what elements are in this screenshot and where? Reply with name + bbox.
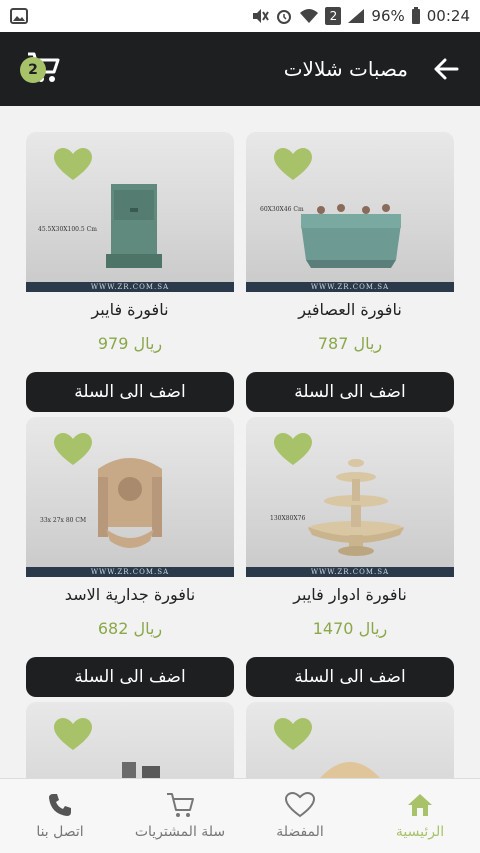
product-price: 682 ريال — [97, 619, 163, 638]
product-image — [246, 702, 454, 778]
product-dims: 33x 27x 80 CM — [40, 517, 87, 524]
product-image: 60X30X46 Cm WWW.ZR.COM.SA — [246, 132, 454, 292]
product-card[interactable]: 45.5X30X100.5 Cm WWW.ZR.COM.SA نافورة فا… — [26, 132, 234, 412]
status-bar: 2 96% 00:24 — [0, 0, 480, 32]
favorite-heart-icon[interactable] — [54, 148, 92, 182]
nav-favorites-label: المفضلة — [276, 824, 324, 840]
clock: 00:24 — [426, 7, 470, 25]
image-watermark: WWW.ZR.COM.SA — [246, 567, 454, 577]
nav-favorites[interactable]: المفضلة — [240, 779, 360, 853]
product-card[interactable]: 60X30X46 Cm WWW.ZR.COM.SA نافورة العصافي… — [246, 132, 454, 412]
product-card[interactable] — [246, 702, 454, 778]
cart-button[interactable]: 2 — [16, 45, 64, 93]
wifi-icon — [299, 8, 319, 24]
alarm-icon — [275, 7, 293, 25]
product-image — [26, 702, 234, 778]
favorite-heart-icon[interactable] — [54, 433, 92, 467]
favorite-heart-icon[interactable] — [274, 148, 312, 182]
shopping-cart-icon — [167, 793, 194, 817]
phone-icon — [49, 794, 71, 816]
notification-count-icon: 2 — [325, 7, 342, 25]
add-to-cart-button[interactable]: اضف الى السلة — [26, 372, 234, 412]
favorite-heart-icon[interactable] — [54, 718, 92, 752]
signal-icon — [347, 8, 365, 24]
page-title: مصبات شلالات — [283, 57, 408, 81]
nav-contact-label: اتصل بنا — [36, 824, 84, 840]
product-grid: 60X30X46 Cm WWW.ZR.COM.SA نافورة العصافي… — [0, 106, 480, 778]
bottom-navigation: الرئيسية المفضلة سلة المشتريات اتصل بنا — [0, 778, 480, 853]
product-price: 787 ريال — [317, 334, 383, 353]
product-card[interactable]: 130X80X76 WWW.ZR.COM.SA نافورة ادوار فاي… — [246, 417, 454, 697]
favorite-heart-icon[interactable] — [274, 718, 312, 752]
nav-contact[interactable]: اتصل بنا — [0, 779, 120, 853]
product-dims: 60X30X46 Cm — [260, 206, 304, 213]
favorite-heart-icon[interactable] — [274, 433, 312, 467]
mute-icon — [251, 8, 270, 24]
battery-icon — [411, 7, 421, 25]
add-to-cart-button[interactable]: اضف الى السلة — [26, 657, 234, 697]
product-image: 45.5X30X100.5 Cm WWW.ZR.COM.SA — [26, 132, 234, 292]
product-name: نافورة العصافير — [298, 300, 402, 319]
cart-count-badge: 2 — [20, 57, 46, 83]
app-bar: 2 مصبات شلالات — [0, 32, 480, 106]
arrow-back-icon — [434, 58, 459, 80]
image-watermark: WWW.ZR.COM.SA — [26, 282, 234, 292]
image-watermark: WWW.ZR.COM.SA — [246, 282, 454, 292]
heart-outline-icon — [285, 792, 315, 818]
back-button[interactable] — [428, 51, 464, 87]
notification-count: 2 — [325, 7, 342, 25]
product-price: 979 ريال — [97, 334, 163, 353]
product-card[interactable]: 33x 27x 80 CM WWW.ZR.COM.SA نافورة جداري… — [26, 417, 234, 697]
product-card[interactable] — [26, 702, 234, 778]
battery-percent: 96% — [371, 7, 405, 25]
product-dims: 45.5X30X100.5 Cm — [38, 226, 97, 233]
product-image: 130X80X76 WWW.ZR.COM.SA — [246, 417, 454, 577]
nav-cart-label: سلة المشتريات — [134, 824, 226, 840]
product-name: نافورة ادوار فايبر — [293, 585, 407, 604]
image-notification-icon — [10, 8, 28, 24]
product-dims: 130X80X76 — [270, 515, 306, 522]
home-icon — [408, 794, 432, 816]
add-to-cart-button[interactable]: اضف الى السلة — [246, 657, 454, 697]
product-name: نافورة فايبر — [91, 300, 169, 319]
add-to-cart-button[interactable]: اضف الى السلة — [246, 372, 454, 412]
product-image: 33x 27x 80 CM WWW.ZR.COM.SA — [26, 417, 234, 577]
image-watermark: WWW.ZR.COM.SA — [26, 567, 234, 577]
nav-cart[interactable]: سلة المشتريات — [120, 779, 240, 853]
product-price: 1470 ريال — [312, 619, 388, 638]
nav-home[interactable]: الرئيسية — [360, 779, 480, 853]
nav-home-label: الرئيسية — [395, 824, 445, 840]
product-name: نافورة جدارية الاسد — [64, 585, 196, 604]
